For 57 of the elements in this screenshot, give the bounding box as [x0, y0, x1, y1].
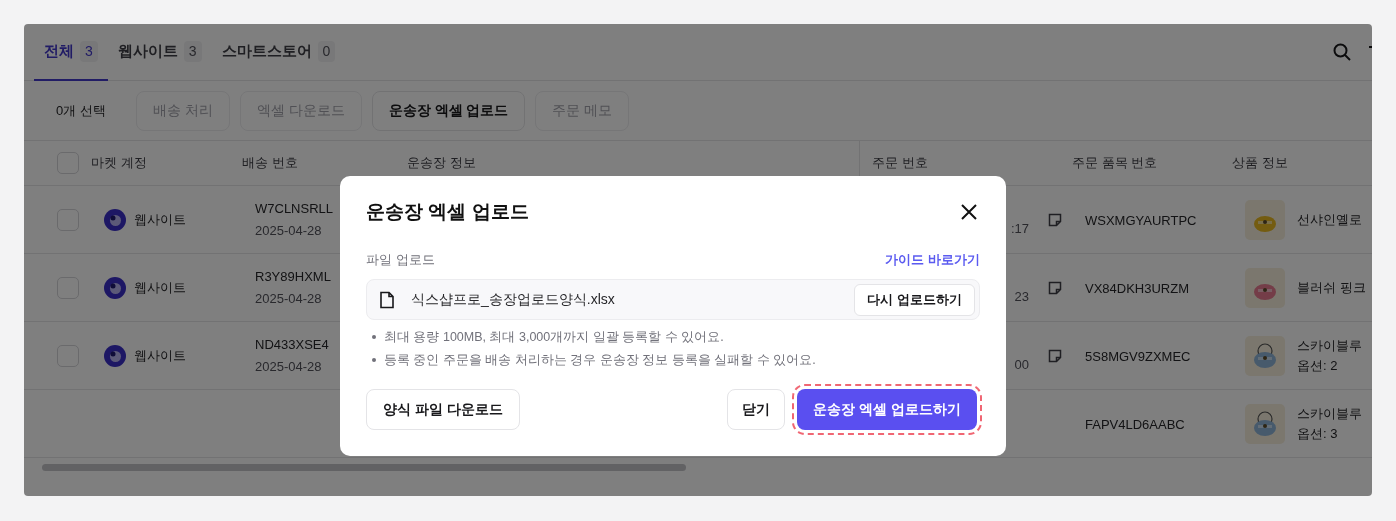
column-header: 운송장 정보 [407, 154, 476, 173]
item-number: VX84DKH3URZM [1085, 280, 1190, 296]
website-icon [104, 208, 126, 231]
reupload-button[interactable]: 다시 업로드하기 [854, 283, 975, 316]
website-icon [104, 276, 126, 299]
product-option: 옵션: 3 [1297, 423, 1362, 443]
column-header: 상품 정보 [1232, 154, 1288, 173]
count-badge: 0 [317, 40, 336, 62]
item-number: WSXMGYAURTPC [1085, 212, 1197, 228]
guide-link[interactable]: 가이드 바로가기 [885, 249, 980, 269]
column-header: 마켓 계정 [91, 154, 147, 173]
item-number: 5S8MGV9ZXMEC [1085, 348, 1191, 364]
column-header: 배송 번호 [242, 154, 298, 173]
product-name: 스카이블루 [1297, 405, 1362, 423]
delivery-number: W7CLNSRLL [255, 200, 334, 218]
order-time: 23 [1014, 287, 1029, 306]
tab[interactable]: 웹사이트 3 [107, 24, 212, 81]
note-text: 최대 용량 100MB, 최대 3,000개까지 일괄 등록할 수 있어요. [384, 329, 724, 346]
note-text: 등록 중인 주문을 배송 처리하는 경우 운송장 정보 등록을 실패할 수 있어요. [384, 351, 816, 369]
template-download-button[interactable]: 양식 파일 다운로드 [366, 388, 520, 430]
close-button[interactable]: 닫기 [727, 388, 786, 430]
website-icon [104, 344, 126, 367]
tab[interactable]: 스마트스토어 0 [211, 24, 346, 81]
market-name: 웹사이트 [134, 210, 186, 229]
order-time: 00 [1014, 355, 1029, 374]
market-name: 웹사이트 [134, 346, 186, 365]
product-option: 옵션: 2 [1297, 355, 1362, 375]
search-icon[interactable] [1332, 42, 1352, 62]
tab[interactable]: 전체 3 [34, 24, 108, 81]
toolbar-button[interactable]: 운송장 엑셀 업로드 [371, 90, 526, 131]
column-header: 주문 번호 [872, 154, 928, 173]
file-icon [379, 290, 395, 309]
dialog-title: 운송장 엑셀 업로드 [366, 200, 529, 224]
delivery-date: 2025-04-28 [255, 289, 322, 308]
memo-icon[interactable] [1047, 279, 1063, 296]
close-icon[interactable] [960, 203, 978, 222]
field-label: 파일 업로드 [366, 250, 435, 269]
market-name: 웹사이트 [134, 278, 186, 297]
memo-icon[interactable] [1047, 211, 1063, 228]
selection-count: 0개 선택 [56, 101, 106, 120]
count-badge: 3 [183, 40, 202, 62]
count-badge: 3 [80, 40, 98, 62]
order-time: :17 [1010, 219, 1029, 238]
item-number: FAPV4LD6AABC [1085, 416, 1185, 432]
memo-icon[interactable] [1047, 347, 1063, 364]
product-name: 블러쉬 핑크 [1297, 278, 1366, 297]
file-name: 식스샵프로_송장업로드양식.xlsx [411, 290, 616, 309]
product-name: 선샤인옐로 [1297, 210, 1362, 229]
delivery-number: ND433XSE4 [255, 336, 329, 354]
delivery-number: R3Y89HXML [255, 268, 331, 286]
delivery-date: 2025-04-28 [255, 221, 322, 240]
column-header: 주문 품목 번호 [1072, 154, 1158, 173]
product-name: 스카이블루 [1297, 337, 1362, 355]
bullet-icon [372, 358, 376, 363]
bullet-icon [372, 335, 376, 340]
delivery-date: 2025-04-28 [255, 357, 322, 376]
scrollbar[interactable] [42, 464, 686, 471]
